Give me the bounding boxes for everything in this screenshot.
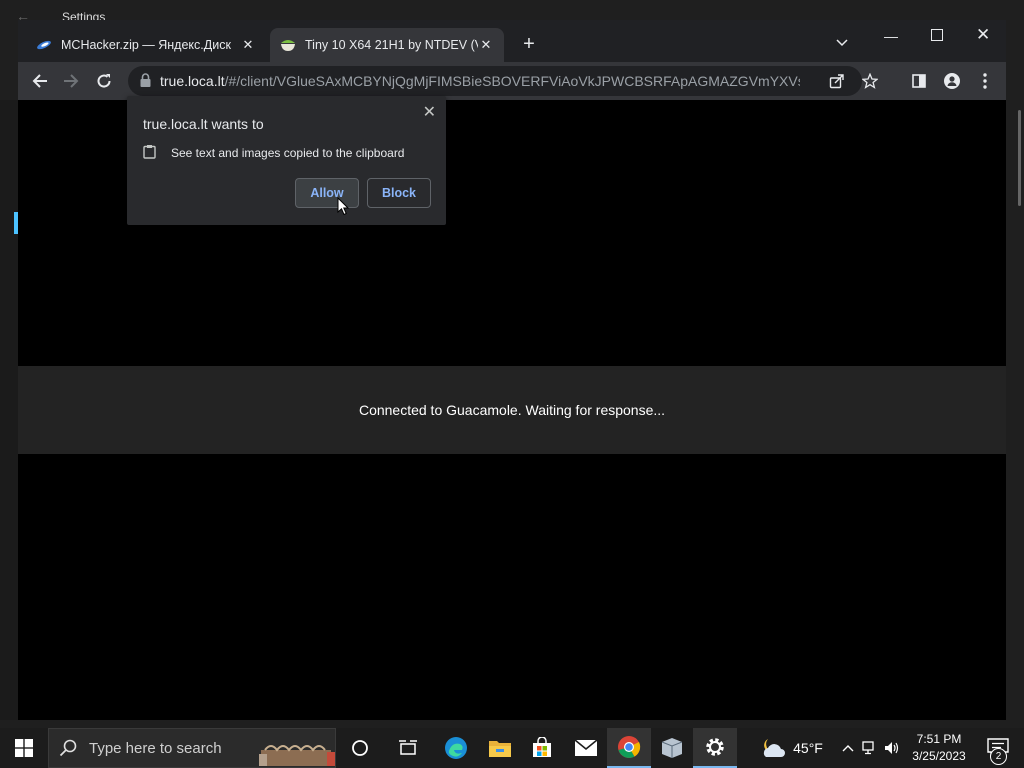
edge-icon[interactable] xyxy=(434,728,478,768)
search-icon xyxy=(59,739,77,762)
close-icon[interactable]: ✕ xyxy=(423,102,436,122)
search-highlight-image xyxy=(259,745,335,766)
yandex-disk-icon xyxy=(36,37,52,53)
taskbar-clock[interactable]: 7:51 PM 3/25/2023 xyxy=(906,731,972,765)
taskbar-search-box[interactable]: Type here to search xyxy=(48,728,336,768)
url-text[interactable]: true.loca.lt/#/client/VGlueSAxMCBYNjQgMj… xyxy=(160,73,800,89)
settings-gear-icon[interactable] xyxy=(693,728,737,768)
close-window-button[interactable]: ✕ xyxy=(976,25,990,45)
clock-time: 7:51 PM xyxy=(916,732,962,746)
windows-taskbar: Type here to search 45°F 7:51 PM 3/25/20… xyxy=(0,728,1024,768)
system-tray xyxy=(836,728,906,768)
tab-label: Tiny 10 X64 21H1 by NTDEV (VBox) xyxy=(305,38,478,52)
back-button[interactable] xyxy=(29,70,51,92)
tab-label: MCHacker.zip — Яндекс.Диск xyxy=(61,38,231,52)
close-tab-icon[interactable]: ✕ xyxy=(240,37,256,53)
tab-yandex-disk[interactable]: MCHacker.zip — Яндекс.Диск ✕ xyxy=(26,28,266,62)
url-path: /#/client/VGlueSAxMCBYNjQgMjFIMSBieSBOVE… xyxy=(224,73,800,89)
cortana-icon[interactable] xyxy=(338,728,382,768)
microsoft-store-icon[interactable] xyxy=(520,728,564,768)
network-icon xyxy=(862,741,874,755)
share-icon[interactable] xyxy=(826,70,848,92)
permission-text: See text and images copied to the clipbo… xyxy=(171,146,405,160)
windows-logo-icon xyxy=(15,739,33,757)
lock-icon[interactable] xyxy=(140,73,151,92)
file-explorer-icon[interactable] xyxy=(478,728,522,768)
status-banner: Connected to Guacamole. Waiting for resp… xyxy=(18,366,1006,454)
clock-date: 3/25/2023 xyxy=(912,749,966,763)
mouse-cursor-icon xyxy=(337,196,350,221)
start-button[interactable] xyxy=(0,728,48,768)
clipboard-icon xyxy=(143,144,157,162)
search-placeholder: Type here to search xyxy=(89,740,222,757)
block-button[interactable]: Block xyxy=(367,178,431,208)
chrome-icon[interactable] xyxy=(607,728,651,768)
guacamole-icon xyxy=(280,37,296,53)
tab-search-chevron-icon[interactable] xyxy=(836,34,848,52)
connection-status: Connected to Guacamole. Waiting for resp… xyxy=(358,402,666,418)
settings-sidebar xyxy=(0,100,18,720)
task-view-icon[interactable] xyxy=(386,728,430,768)
browser-toolbar: true.loca.lt/#/client/VGlueSAxMCBYNjQgMj… xyxy=(18,62,1006,100)
volume-icon xyxy=(885,742,899,754)
show-hidden-icons-chevron xyxy=(842,745,854,752)
virtualbox-icon[interactable] xyxy=(650,728,694,768)
page-scrollbar[interactable] xyxy=(1016,110,1022,210)
notification-badge: 2 xyxy=(990,748,1007,765)
maximize-button[interactable] xyxy=(931,29,943,41)
minimize-button[interactable]: — xyxy=(884,28,898,44)
new-tab-button[interactable]: + xyxy=(518,33,540,55)
weather-temperature: 45°F xyxy=(793,740,823,756)
tab-guacamole[interactable]: Tiny 10 X64 21H1 by NTDEV (VBox) ✕ xyxy=(270,28,504,62)
address-bar[interactable]: true.loca.lt/#/client/VGlueSAxMCBYNjQgMj… xyxy=(128,66,878,96)
menu-kebab-icon[interactable] xyxy=(974,70,996,92)
weather-widget[interactable]: 45°F xyxy=(756,728,826,768)
permission-item: See text and images copied to the clipbo… xyxy=(143,144,404,162)
bookmark-star-icon[interactable] xyxy=(859,70,881,92)
forward-button[interactable] xyxy=(60,70,82,92)
dialog-title: true.loca.lt wants to xyxy=(143,116,264,132)
allow-button[interactable]: Allow xyxy=(295,178,359,208)
tab-strip: MCHacker.zip — Яндекс.Диск ✕ Tiny 10 X64… xyxy=(18,20,1006,62)
scrollbar-thumb[interactable] xyxy=(1018,110,1021,206)
close-tab-icon[interactable]: ✕ xyxy=(478,37,494,53)
partly-cloudy-icon xyxy=(764,739,786,757)
profile-icon[interactable] xyxy=(941,70,963,92)
side-panel-icon[interactable] xyxy=(908,70,930,92)
reload-button[interactable] xyxy=(93,70,115,92)
clipboard-permission-dialog: ✕ true.loca.lt wants to See text and ima… xyxy=(127,96,446,225)
mail-icon[interactable] xyxy=(564,728,608,768)
url-host: true.loca.lt xyxy=(160,73,225,89)
